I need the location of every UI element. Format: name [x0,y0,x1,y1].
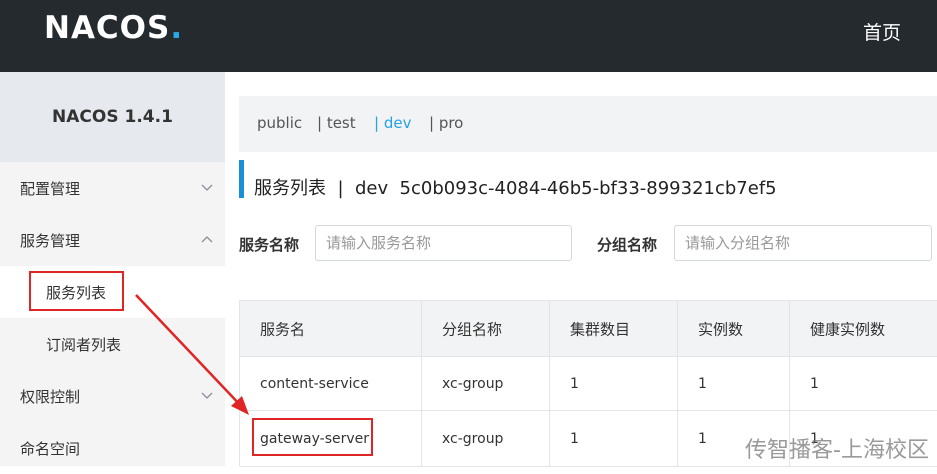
sidebar-subitem-label: 服务列表 [46,284,107,302]
table-cell: 1 [678,357,790,410]
table-header-row: 服务名 分组名称 集群数目 实例数 健康实例数 [240,301,937,357]
logo-text: NACOS [44,10,171,46]
chevron-up-icon [201,224,213,258]
service-name-label: 服务名称 [239,236,300,254]
sidebar-item-label: 服务管理 [20,232,81,250]
table-cell: gateway-server [240,411,422,466]
namespace-tab-test[interactable]: | test [317,114,356,132]
group-name-input[interactable] [674,225,932,261]
table-cell: 1 [550,411,678,466]
sidebar-item-namespace[interactable]: 命名空间 [0,422,225,474]
table-cell: 1 [810,375,819,392]
sidebar-item-label: 配置管理 [20,180,81,198]
service-name-input[interactable] [315,225,572,261]
logo-dot: . [170,10,184,46]
page-title: 服务列表 | dev 5c0b093c-4084-46b5-bf33-89932… [254,178,777,199]
home-link[interactable]: 首页 [863,18,901,45]
sidebar-subitem-service-list[interactable]: 服务列表 [0,266,225,318]
top-bar: NACOS. 首页 [0,0,937,72]
version-label: NACOS 1.4.1 [0,72,225,162]
namespace-tab-pro[interactable]: | pro [429,114,463,132]
column-header: 实例数 [678,301,790,356]
column-header: 健康实例数 [810,320,886,338]
title-accent-bar [239,160,244,198]
table-cell: xc-group [422,357,550,410]
namespace-tab-dev[interactable]: | dev [374,114,411,132]
sidebar-item-label: 权限控制 [20,388,81,406]
column-header: 集群数目 [550,301,678,356]
chevron-down-icon [201,172,213,206]
table-cell: 1 [550,357,678,410]
table-cell: xc-group [422,411,550,466]
column-header: 分组名称 [422,301,550,356]
sidebar-item-service-management[interactable]: 服务管理 [0,214,225,266]
table-row[interactable]: content-service xc-group 1 1 1 [240,357,937,411]
namespace-tab-public[interactable]: public [257,114,302,132]
sidebar-item-access-control[interactable]: 权限控制 [0,370,225,422]
table-cell: content-service [240,357,422,410]
nacos-logo[interactable]: NACOS. [44,10,183,46]
chevron-down-icon [201,380,213,414]
sidebar-item-config-management[interactable]: 配置管理 [0,162,225,214]
column-header: 服务名 [240,301,422,356]
watermark: 传智播客-上海校区 [745,438,929,463]
sidebar: NACOS 1.4.1 配置管理 服务管理 服务列表 订阅者列表 权限控制 命名… [0,72,225,466]
namespace-bar: public | test | dev | pro [239,96,937,152]
sidebar-subitem-subscriber-list[interactable]: 订阅者列表 [0,318,225,370]
group-name-label: 分组名称 [597,236,658,254]
sidebar-subitem-label: 订阅者列表 [46,336,122,354]
sidebar-item-label: 命名空间 [20,440,81,458]
